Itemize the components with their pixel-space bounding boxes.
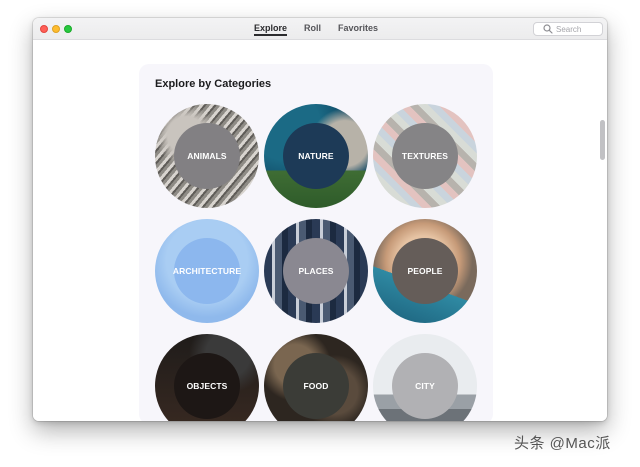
category-label: CITY [415,381,435,391]
category-places[interactable]: PLACES [264,219,368,323]
category-center: PLACES [283,238,349,304]
search-icon [543,24,553,34]
category-label: PLACES [298,266,334,276]
section-title: Explore by Categories [155,78,272,90]
category-nature[interactable]: NATURE [264,104,368,208]
category-label: TEXTURES [401,151,449,161]
category-objects[interactable]: OBJECTS [155,334,259,421]
category-label: NATURE [298,151,334,161]
watermark-text: 头条 @Mac派 [514,435,611,452]
content-area: Explore by Categories ANIMALS NATURE TEX… [33,40,607,421]
category-center: NATURE [283,123,349,189]
category-center: FOOD [283,353,349,419]
category-center: ANIMALS [174,123,240,189]
category-people[interactable]: PEOPLE [373,219,477,323]
category-city[interactable]: CITY [373,334,477,421]
vertical-scrollbar[interactable] [600,120,605,160]
category-architecture[interactable]: ARCHITECTURE [155,219,259,323]
category-label: OBJECTS [186,381,228,391]
category-label: ARCHITECTURE [172,266,242,276]
category-center: TEXTURES [392,123,458,189]
category-center: OBJECTS [174,353,240,419]
category-center: CITY [392,353,458,419]
category-label: PEOPLE [407,266,443,276]
category-center: ARCHITECTURE [172,238,242,304]
tab-roll[interactable]: Roll [304,22,321,36]
tab-explore[interactable]: Explore [253,22,287,36]
segmented-tabs: Explore Roll Favorites [33,18,607,40]
app-window: Explore Roll Favorites Explore by Catego… [33,18,607,421]
category-animals[interactable]: ANIMALS [155,104,259,208]
category-food[interactable]: FOOD [264,334,368,421]
search-field[interactable] [533,22,603,36]
search-input[interactable] [556,24,602,34]
title-bar: Explore Roll Favorites [33,18,607,40]
category-center: PEOPLE [392,238,458,304]
tab-favorites[interactable]: Favorites [338,22,378,36]
category-label: FOOD [303,381,329,391]
categories-panel: Explore by Categories ANIMALS NATURE TEX… [139,64,493,421]
category-textures[interactable]: TEXTURES [373,104,477,208]
category-label: ANIMALS [187,151,227,161]
